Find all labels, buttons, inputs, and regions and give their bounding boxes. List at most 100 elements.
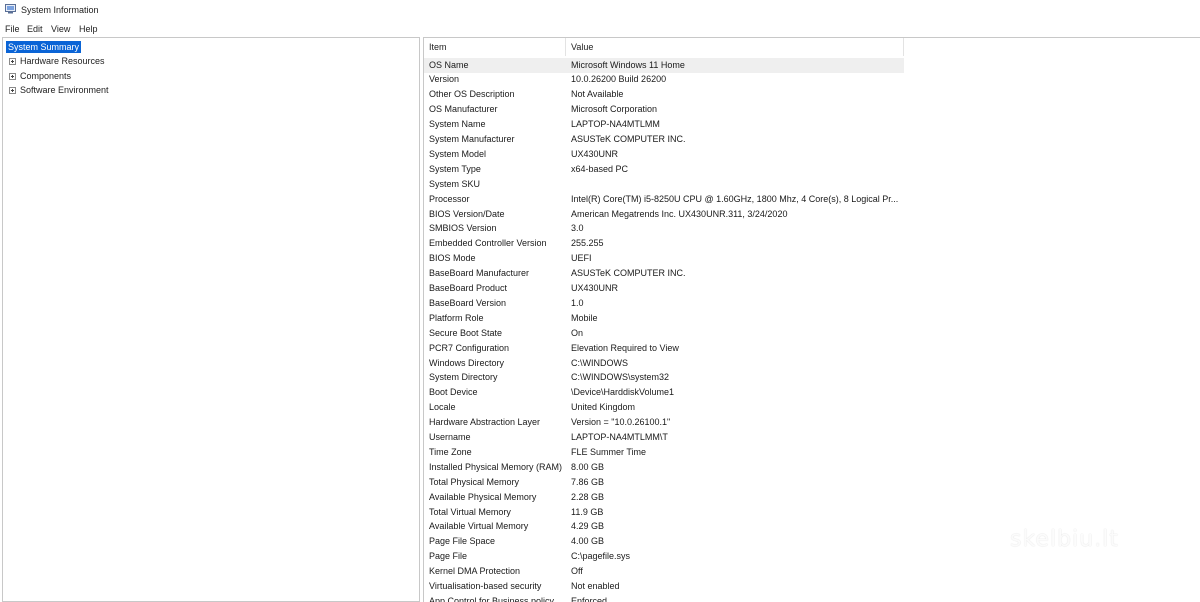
table-row[interactable]: Secure Boot State On: [424, 326, 904, 341]
table-row[interactable]: SMBIOS Version 3.0: [424, 221, 904, 236]
table-row[interactable]: Windows Directory C:\WINDOWS: [424, 356, 904, 371]
cell-item: Username: [429, 432, 471, 442]
menu-file[interactable]: File: [5, 24, 20, 34]
cell-value: United Kingdom: [571, 402, 636, 413]
table-row[interactable]: Embedded Controller Version 255.255: [424, 236, 904, 251]
table-row[interactable]: Username LAPTOP-NA4MTLMM\T: [424, 430, 904, 445]
column-header-value[interactable]: Value: [566, 38, 904, 56]
table-row[interactable]: Boot Device \Device\HarddiskVolume1: [424, 385, 904, 400]
table-row[interactable]: Hardware Abstraction Layer Version = "10.…: [424, 415, 904, 430]
cell-value: LAPTOP-NA4MTLMM\T: [571, 432, 668, 442]
cell-item: BaseBoard Product: [429, 283, 508, 293]
cell-value: 10.0.26200 Build 26200: [571, 74, 667, 85]
cell-item: System Name: [429, 119, 486, 130]
table-row[interactable]: System Type x64-based PC: [424, 162, 904, 177]
cell-item: BaseBoard Manufacturer: [429, 268, 530, 279]
cell-item: System Directory: [429, 372, 498, 383]
tree-item-system-summary[interactable]: System Summary: [6, 41, 82, 53]
cell-item: Version: [429, 74, 460, 85]
table-row[interactable]: OS Manufacturer Microsoft Corporation: [424, 102, 904, 117]
cell-value: Enforced: [571, 595, 608, 602]
expand-plus-icon[interactable]: [9, 87, 16, 94]
table-row[interactable]: Total Virtual Memory 11.9 GB: [424, 505, 904, 520]
table-row[interactable]: PCR7 Configuration Elevation Required to …: [424, 341, 904, 356]
table-row[interactable]: Platform Role Mobile: [424, 311, 904, 326]
cell-item: Page File Space: [429, 536, 496, 547]
tree-item-hardware-resources[interactable]: Hardware Resources: [20, 56, 105, 66]
table-row[interactable]: System SKU: [424, 177, 904, 192]
table-row[interactable]: Installed Physical Memory (RAM) 8.00 GB: [424, 460, 904, 475]
cell-item: System SKU: [429, 178, 481, 189]
cell-item: Kernel DMA Protection: [429, 566, 521, 577]
table-row[interactable]: Page File Space 4.00 GB: [424, 534, 904, 549]
table-row[interactable]: Processor Intel(R) Core(TM) i5-8250U CPU …: [424, 192, 904, 207]
table-row[interactable]: BaseBoard Manufacturer ASUSTeK COMPUTER I…: [424, 266, 904, 281]
cell-value: Not Available: [571, 89, 624, 100]
cell-value: Off: [571, 566, 583, 577]
table-row[interactable]: Kernel DMA Protection Off: [424, 564, 904, 579]
cell-value: American Megatrends Inc. UX430UNR.311, 3…: [571, 208, 788, 219]
table-row[interactable]: Other OS Description Not Available: [424, 87, 904, 102]
table-row[interactable]: Virtualisation-based security Not enabled: [424, 579, 904, 594]
cell-item: BIOS Mode: [429, 253, 476, 264]
cell-item: Locale: [429, 402, 456, 413]
table-row[interactable]: BaseBoard Version 1.0: [424, 296, 904, 311]
tree-item-software-environment[interactable]: Software Environment: [20, 85, 109, 95]
cell-item: Total Physical Memory: [429, 476, 520, 487]
table-row[interactable]: Total Physical Memory 7.86 GB: [424, 475, 904, 490]
tree-item-components[interactable]: Components: [20, 71, 71, 81]
cell-item: Other OS Description: [429, 89, 515, 100]
cell-value: Intel(R) Core(TM) i5-8250U CPU @ 1.60GHz…: [571, 193, 899, 204]
menu-edit[interactable]: Edit: [27, 24, 43, 34]
cell-item: Hardware Abstraction Layer: [429, 417, 541, 428]
cell-item: System Type: [429, 163, 481, 174]
table-row[interactable]: Available Virtual Memory 4.29 GB: [424, 519, 904, 534]
cell-value: C:\WINDOWS\system32: [571, 372, 670, 383]
window-title: System Information: [21, 5, 99, 15]
system-information-icon: [5, 4, 16, 14]
table-row[interactable]: BIOS Version/Date American Megatrends Inc…: [424, 207, 904, 222]
cell-item: Secure Boot State: [429, 327, 503, 338]
cell-value: C:\pagefile.sys: [571, 551, 631, 562]
cell-item: Processor: [429, 193, 470, 204]
cell-value: 1.0: [571, 297, 584, 308]
table-row[interactable]: Version 10.0.26200 Build 26200: [424, 72, 904, 87]
menu-help[interactable]: Help: [79, 24, 98, 34]
cell-value: Microsoft Windows 11 Home: [571, 59, 685, 70]
menu-view[interactable]: View: [51, 24, 70, 34]
cell-value: 3.0: [571, 223, 584, 234]
expand-plus-icon[interactable]: [9, 73, 16, 80]
details-list[interactable]: Item Value OS Name Microsoft Windows 11 H…: [423, 37, 1200, 602]
cell-item: Available Virtual Memory: [429, 521, 529, 532]
cell-value: Elevation Required to View: [571, 342, 679, 353]
table-row[interactable]: Page File C:\pagefile.sys: [424, 549, 904, 564]
table-row[interactable]: Time Zone FLE Summer Time: [424, 445, 904, 460]
table-row[interactable]: Locale United Kingdom: [424, 400, 904, 415]
cell-item: Time Zone: [429, 446, 472, 457]
cell-value: 4.29 GB: [571, 521, 605, 532]
cell-value: ASUSTeK COMPUTER INC.: [571, 134, 686, 144]
cell-item: Available Physical Memory: [429, 491, 537, 502]
expand-plus-icon[interactable]: [9, 58, 16, 65]
cell-item: Windows Directory: [429, 357, 505, 368]
cell-item: OS Manufacturer: [429, 104, 498, 115]
cell-item: Boot Device: [429, 387, 478, 398]
table-row[interactable]: Available Physical Memory 2.28 GB: [424, 490, 904, 505]
column-header-item[interactable]: Item: [424, 38, 566, 56]
title-bar: System Information: [0, 0, 1200, 20]
table-row[interactable]: OS Name Microsoft Windows 11 Home: [424, 57, 904, 73]
table-row[interactable]: System Directory C:\WINDOWS\system32: [424, 370, 904, 385]
cell-value: FLE Summer Time: [571, 446, 647, 457]
table-row[interactable]: App Control for Business policy Enforced: [424, 594, 904, 602]
table-row[interactable]: BaseBoard Product UX430UNR: [424, 281, 904, 296]
table-row[interactable]: System Manufacturer ASUSTeK COMPUTER INC.: [424, 132, 904, 147]
category-tree[interactable]: System Summary Hardware Resources Compon…: [2, 37, 420, 602]
table-row[interactable]: BIOS Mode UEFI: [424, 251, 904, 266]
cell-value: 7.86 GB: [571, 476, 605, 487]
cell-value: UX430UNR: [571, 283, 619, 293]
cell-item: System Model: [429, 148, 487, 159]
cell-item: Page File: [429, 551, 468, 562]
cell-item: PCR7 Configuration: [429, 342, 510, 353]
table-row[interactable]: System Model UX430UNR: [424, 147, 904, 162]
table-row[interactable]: System Name LAPTOP-NA4MTLMM: [424, 117, 904, 132]
